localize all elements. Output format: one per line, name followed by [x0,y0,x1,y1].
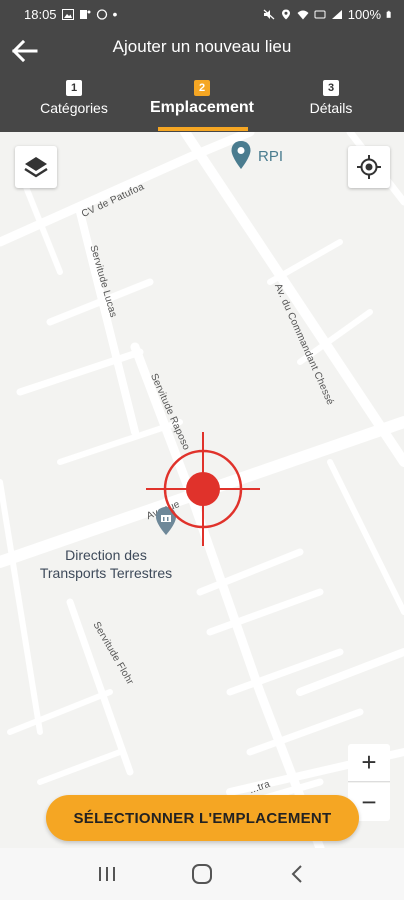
select-location-button[interactable]: SÉLECTIONNER L'EMPLACEMENT [46,795,359,841]
tab-number: 2 [194,80,210,96]
tab-label: Détails [309,100,353,116]
poi-label-dtt: Direction des Transports Terrestres [26,546,186,582]
image-icon [61,8,74,20]
teams-icon [79,9,91,19]
tab-details[interactable]: 3 Détails [264,78,398,116]
target-crosshair-icon[interactable] [146,432,260,546]
status-dot: • [112,6,118,22]
poi-label-dtt-line1: Direction des [65,547,147,563]
tab-number: 3 [323,80,339,96]
layers-icon [24,157,48,178]
poi-pin-icon[interactable] [230,140,252,170]
tab-emplacement[interactable]: 2 Emplacement [135,78,269,117]
map-view[interactable]: CV de Patufoa Servitude Lucas Servitude … [0,132,404,848]
page-title: Ajouter un nouveau lieu [112,37,292,56]
status-time: 18:05 [24,6,57,22]
volte-icon [314,10,326,18]
mute-icon [263,9,275,19]
system-back-button[interactable] [277,854,317,894]
home-button[interactable] [182,854,222,894]
poi-label-rpi: RPI [258,148,284,165]
battery-percent: 100% [347,6,381,22]
active-tab-indicator [158,127,248,131]
status-bar: 18:05 • 100% [0,0,404,28]
signal-icon [331,9,342,19]
whatsapp-icon [96,8,107,20]
wifi-icon [297,10,309,19]
back-icon [291,865,302,883]
recent-apps-icon [99,867,116,881]
tab-categories[interactable]: 1 Catégories [7,78,141,116]
tab-label: Catégories [40,100,108,116]
my-location-button[interactable] [348,146,390,188]
poi-label-dtt-line2: Transports Terrestres [39,565,173,581]
tab-number: 1 [66,80,82,96]
battery-icon [386,10,391,18]
location-icon [281,9,290,19]
layers-button[interactable] [15,146,57,188]
tab-label: Emplacement [149,99,255,116]
app-root: 18:05 • 100% Ajouter un nouveau lieu 1 C… [0,0,404,900]
zoom-in-button[interactable]: + [348,744,390,782]
system-nav-bar [0,848,404,900]
home-icon [191,864,212,884]
app-bar: Ajouter un nouveau lieu 1 Catégories 2 E… [0,28,404,132]
crosshair-gps-icon [357,155,381,179]
recent-apps-button[interactable] [87,854,127,894]
